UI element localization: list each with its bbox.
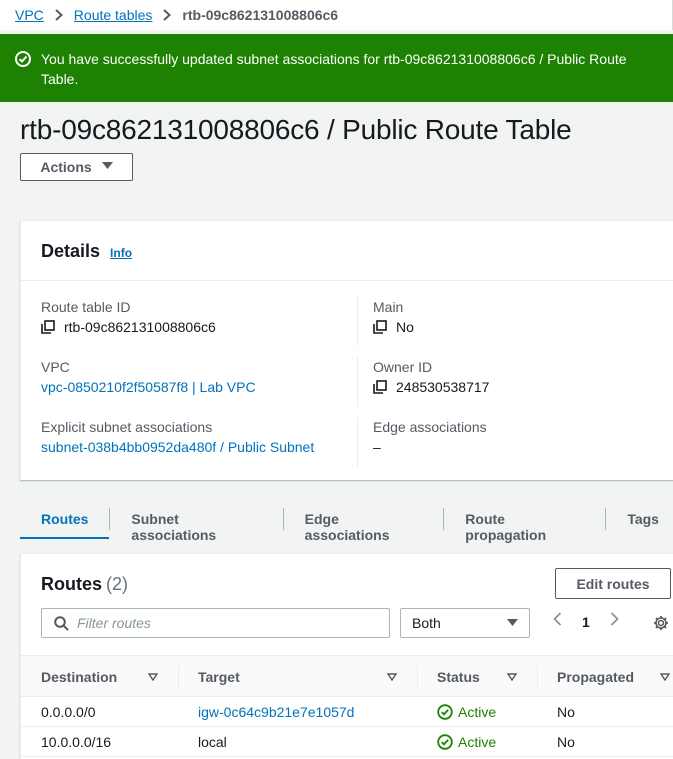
details-panel: Details Info Route table ID rtb-09c86213… <box>20 220 673 480</box>
column-divider <box>178 666 179 688</box>
divider <box>21 280 673 281</box>
status-text: Active <box>458 704 497 720</box>
caret-down-icon <box>507 619 518 626</box>
check-circle-icon <box>437 704 453 720</box>
field-explicit-subnet-associations: Explicit subnet associations subnet-038b… <box>41 419 314 455</box>
column-label: Status <box>437 669 480 685</box>
routes-title: Routes <box>41 574 103 594</box>
select-value: Both <box>412 615 441 631</box>
field-label: Explicit subnet associations <box>41 419 213 435</box>
field-main: Main No <box>373 299 414 335</box>
column-label: Propagated <box>557 669 635 685</box>
check-circle-icon <box>437 734 453 750</box>
caret-down-icon <box>101 161 113 173</box>
breadcrumb-route-tables[interactable]: Route tables <box>74 7 153 23</box>
copy-icon[interactable] <box>41 320 55 334</box>
field-label: Owner ID <box>373 359 433 375</box>
route-filter-select[interactable]: Both <box>400 608 530 638</box>
column-label: Target <box>198 669 240 685</box>
actions-button[interactable]: Actions <box>20 153 133 181</box>
route-table-id-value: rtb-09c862131008806c6 <box>64 319 216 335</box>
copy-icon[interactable] <box>373 320 387 334</box>
tab-edge-associations[interactable]: Edge associations <box>284 504 444 543</box>
propagated-cell: No <box>557 734 575 750</box>
field-label: VPC <box>41 359 70 375</box>
chevron-right-icon <box>55 9 63 21</box>
routes-heading: Routes (2) <box>41 574 128 595</box>
sort-icon[interactable] <box>387 656 397 698</box>
check-circle-icon <box>15 51 31 67</box>
next-page-icon[interactable] <box>607 612 623 631</box>
breadcrumb: VPC Route tables rtb-09c862131008806c6 <box>0 0 673 30</box>
tab-bar: Routes Subnet associations Edge associat… <box>20 504 673 543</box>
details-title: Details <box>41 241 101 261</box>
field-route-table-id: Route table ID rtb-09c862131008806c6 <box>41 299 216 335</box>
column-label: Destination <box>41 669 118 685</box>
column-divider <box>357 357 358 407</box>
table-header: Destination Target Status Propagated <box>21 655 673 697</box>
search-icon <box>54 615 69 631</box>
field-label: Route table ID <box>41 299 131 315</box>
column-header-propagated[interactable]: Propagated <box>557 656 634 698</box>
tab-route-propagation[interactable]: Route propagation <box>444 504 605 543</box>
sort-icon[interactable] <box>660 656 670 698</box>
current-page[interactable]: 1 <box>582 614 590 630</box>
sort-icon[interactable] <box>148 656 158 698</box>
column-header-status[interactable]: Status <box>437 656 480 698</box>
breadcrumb-vpc[interactable]: VPC <box>15 7 44 23</box>
success-flash-banner: You have successfully updated subnet ass… <box>0 34 673 102</box>
target-link[interactable]: igw-0c64c9b21e7e1057d <box>198 704 354 720</box>
chevron-right-icon <box>163 9 172 21</box>
edge-associations-value: – <box>373 439 381 455</box>
status-badge: Active <box>437 727 496 757</box>
routes-count: (2) <box>106 574 129 594</box>
routes-panel: Routes(2) Edit routes Both 1 Destination… <box>20 553 673 759</box>
vpc-link[interactable]: vpc-0850210f2f50587f8 | Lab VPC <box>41 379 256 395</box>
field-label: Main <box>373 299 404 315</box>
destination-cell: 0.0.0.0/0 <box>41 704 96 720</box>
column-divider <box>417 666 418 688</box>
prev-page-icon[interactable] <box>549 612 565 631</box>
subnet-link[interactable]: subnet-038b4bb0952da480f / Public Subnet <box>41 439 314 455</box>
flash-message: You have successfully updated subnet ass… <box>41 51 627 87</box>
tab-routes[interactable]: Routes <box>20 504 110 539</box>
column-divider <box>357 296 358 346</box>
page-title: rtb-09c862131008806c6 / Public Route Tab… <box>20 114 572 145</box>
table-row: 0.0.0.0/0 igw-0c64c9b21e7e1057d Active N… <box>21 697 673 727</box>
status-badge: Active <box>437 697 496 727</box>
details-heading: Details Info <box>41 241 132 262</box>
table-row: 10.0.0.0/16 local Active No <box>21 727 673 757</box>
search-input[interactable] <box>77 615 357 631</box>
gear-icon[interactable] <box>653 615 669 631</box>
column-header-destination[interactable]: Destination <box>41 656 117 698</box>
field-vpc: VPC vpc-0850210f2f50587f8 | Lab VPC <box>41 359 256 395</box>
actions-label: Actions <box>40 159 92 175</box>
target-cell: local <box>198 734 227 750</box>
field-owner-id: Owner ID 248530538717 <box>373 359 489 395</box>
filter-routes-search[interactable] <box>41 608 390 638</box>
status-text: Active <box>458 734 497 750</box>
edit-routes-button[interactable]: Edit routes <box>555 568 671 599</box>
field-edge-associations: Edge associations – <box>373 419 487 455</box>
column-divider <box>357 417 358 467</box>
column-divider <box>537 666 538 688</box>
tab-subnet-associations[interactable]: Subnet associations <box>110 504 282 543</box>
info-link[interactable]: Info <box>110 246 132 260</box>
tab-tags[interactable]: Tags <box>606 504 673 538</box>
main-value: No <box>396 319 414 335</box>
breadcrumb-current: rtb-09c862131008806c6 <box>182 7 339 23</box>
column-header-target[interactable]: Target <box>198 656 240 698</box>
propagated-cell: No <box>557 704 575 720</box>
sort-icon[interactable] <box>507 656 517 698</box>
field-label: Edge associations <box>373 419 487 435</box>
owner-id-value: 248530538717 <box>396 379 490 395</box>
copy-icon[interactable] <box>373 380 387 394</box>
destination-cell: 10.0.0.0/16 <box>41 734 112 750</box>
pagination: 1 <box>549 612 623 631</box>
